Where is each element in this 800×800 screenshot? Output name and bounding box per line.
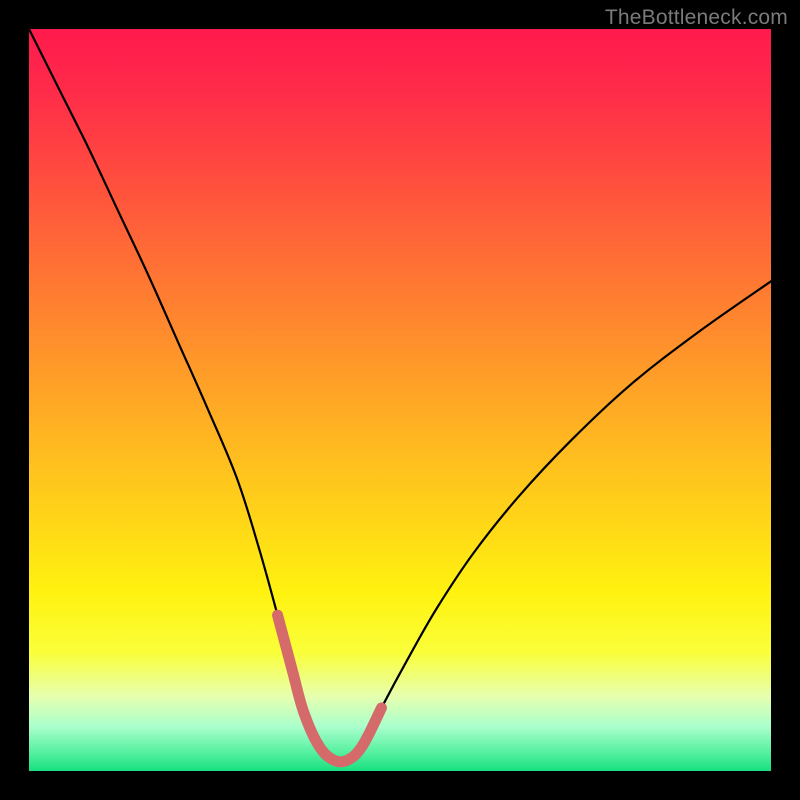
bottleneck-curve bbox=[29, 29, 771, 762]
curve-layer bbox=[29, 29, 771, 771]
trough-highlight bbox=[278, 615, 382, 762]
plot-area bbox=[29, 29, 771, 771]
chart-frame: TheBottleneck.com bbox=[0, 0, 800, 800]
watermark-text: TheBottleneck.com bbox=[605, 6, 788, 30]
